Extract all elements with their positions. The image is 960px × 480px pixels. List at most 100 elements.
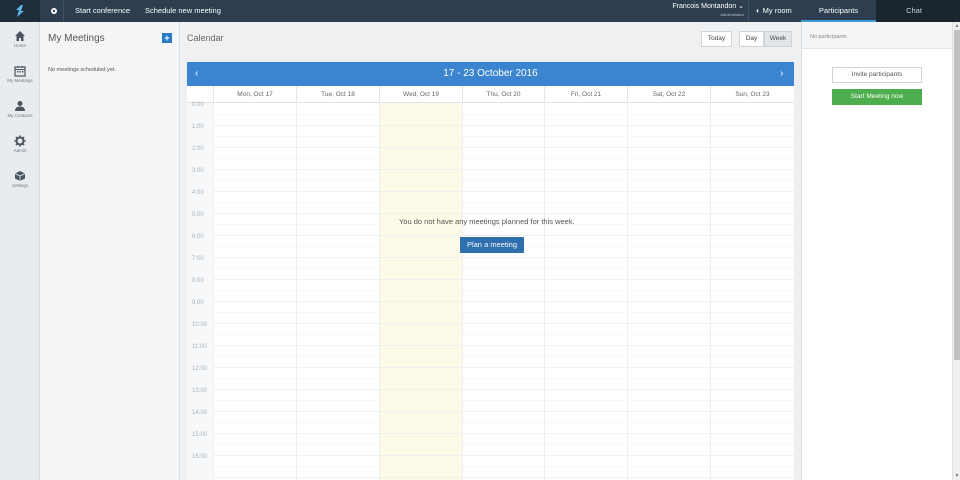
time-label: 10:00 [192,322,208,328]
half-hour-line [213,312,794,313]
scroll-up-icon[interactable]: ▲ [953,22,960,30]
nav-item-my-contacts[interactable]: My Contacts [0,100,40,119]
calendar-grid: Mon, Oct 17 Tue, Oct 18 Wed, Oct 19 Thu, Oc… [187,86,794,480]
tab-chat[interactable]: Chat [876,0,952,22]
day-view-button[interactable]: Day [739,31,764,47]
no-participants-text: No participants [810,34,847,40]
hour-line [213,455,794,456]
start-conference-link[interactable]: Start conference [75,0,130,22]
app-logo[interactable] [0,0,40,22]
user-menu[interactable]: Francois Montandon ⌄ Administrator [660,2,744,18]
page-scrollbar[interactable]: ▲ ▼ [952,22,960,480]
day-header: Sun, Oct 23 [710,86,794,103]
day-header: Thu, Oct 20 [462,86,544,103]
day-column[interactable] [462,103,544,480]
time-label: 16:00 [192,454,208,460]
topbar-corner [952,0,960,22]
time-label: 9:00 [192,300,204,306]
user-role: Administrator [720,12,744,17]
hour-line [213,433,794,434]
day-header: Mon, Oct 17 [213,86,296,103]
day-column-today[interactable] [379,103,462,480]
hour-line [213,323,794,324]
day-column[interactable] [627,103,710,480]
cube-icon [14,171,26,181]
half-hour-line [213,334,794,335]
half-hour-line [213,114,794,115]
schedule-meeting-link[interactable]: Schedule new meeting [145,0,221,22]
hour-line [213,125,794,126]
time-label: 1:00 [192,124,204,130]
half-hour-line [213,158,794,159]
half-hour-line [213,136,794,137]
user-icon [15,101,25,111]
nav-label-my-meetings: My Meetings [7,78,33,83]
hour-line [213,301,794,302]
week-view-button[interactable]: Week [764,31,792,47]
time-label: 14:00 [192,410,208,416]
invite-participants-button[interactable]: Invite participants [832,67,922,83]
week-range: 17 - 23 October 2016 [443,68,538,79]
start-meeting-button[interactable]: Start Meeting now [832,89,922,105]
half-hour-line [213,422,794,423]
settings-dot-icon[interactable] [44,0,64,22]
half-hour-line [213,180,794,181]
nav-item-my-meetings[interactable]: My Meetings [0,65,40,84]
room-icon: ◐ [756,6,761,15]
chevron-right-icon[interactable]: › [780,62,783,86]
add-meeting-button[interactable]: + [162,33,172,43]
hour-line [213,213,794,214]
meetings-panel: My Meetings + No meetings scheduled yet. [40,22,180,480]
participants-panel: No participants Invite participants Star… [801,22,953,480]
half-hour-line [213,268,794,269]
hour-line [213,147,794,148]
empty-week-message: You do not have any meetings planned for… [399,217,575,226]
hour-line [213,235,794,236]
day-header: Tue, Oct 18 [296,86,379,103]
day-column[interactable] [544,103,627,480]
my-room-button[interactable]: ◐ My room [748,0,801,22]
day-column[interactable] [710,103,794,480]
tab-participants[interactable]: Participants [801,0,876,22]
half-hour-line [213,466,794,467]
nav-item-home[interactable]: Home [0,30,40,49]
time-label: 3:00 [192,168,204,174]
day-column[interactable] [213,103,296,480]
time-label: 0:00 [192,102,204,108]
hour-line [213,389,794,390]
day-header: Sat, Oct 22 [627,86,710,103]
time-label: 4:00 [192,190,204,196]
time-label: 8:00 [192,278,204,284]
time-label: 15:00 [192,432,208,438]
meetings-title: My Meetings [48,33,105,44]
nav-label-home: Home [13,43,26,48]
chevron-left-icon[interactable]: ‹ [195,62,198,86]
hour-line [213,477,794,478]
time-label: 6:00 [192,234,204,240]
participants-status-bar: No participants [802,22,953,49]
time-label: 13:00 [192,388,208,394]
scroll-down-icon[interactable]: ▼ [953,472,960,480]
hour-line [213,257,794,258]
half-hour-line [213,400,794,401]
nav-item-settings[interactable]: Settings [0,170,40,189]
hour-line [213,169,794,170]
today-button[interactable]: Today [701,31,732,47]
plan-meeting-button[interactable]: Plan a meeting [460,237,524,253]
nav-item-admin[interactable]: Admin [0,135,40,154]
gear-icon [14,135,26,147]
time-label: 11:00 [192,344,207,350]
half-hour-line [213,356,794,357]
day-header: Fri, Oct 21 [544,86,627,103]
hour-line [213,345,794,346]
half-hour-line [213,290,794,291]
nav-label-my-contacts: My Contacts [7,113,33,118]
half-hour-line [213,444,794,445]
scrollbar-thumb[interactable] [954,30,960,360]
hour-line [213,367,794,368]
nav-label-settings: Settings [11,183,29,188]
hour-line [213,191,794,192]
time-column: 0:00 1:00 2:00 3:00 4:00 5:00 6:00 7:00 8:00 9:00… [187,102,213,480]
day-column[interactable] [296,103,379,480]
calendar-area: Calendar Today Day Week 17 - 23 October … [180,22,801,480]
